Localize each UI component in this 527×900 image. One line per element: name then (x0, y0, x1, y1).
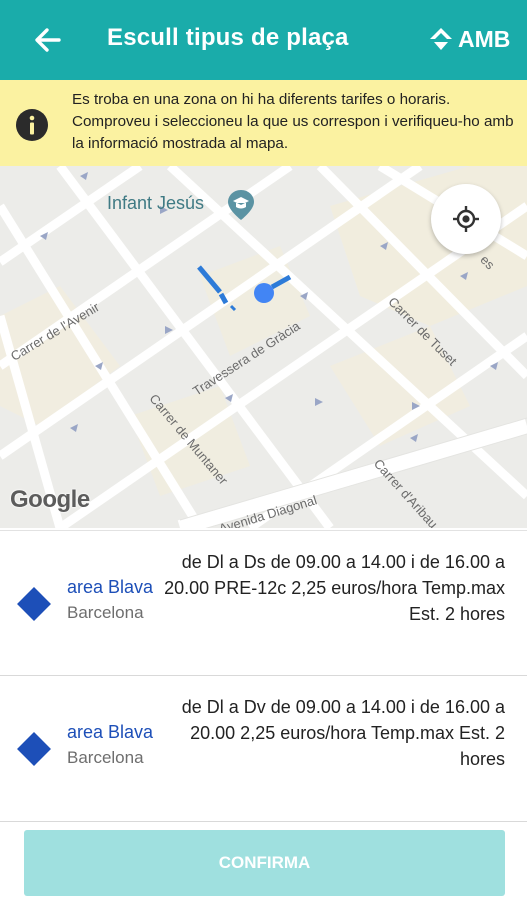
zone-city: Barcelona (67, 603, 144, 622)
info-banner: Es troba en una zona on hi ha diferents … (0, 80, 527, 166)
app-header: Escull tipus de plaça AMB (0, 0, 527, 80)
confirm-button[interactable]: CONFIRMA (24, 830, 505, 896)
parking-option-card[interactable]: area Blava Barcelona de Dl a Ds de 09.00… (0, 530, 527, 676)
zone-schedule: de Dl a Ds de 09.00 a 14.00 i de 16.00 a… (164, 552, 505, 624)
page-title: Escull tipus de plaça (107, 24, 349, 51)
footer: CONFIRMA (0, 822, 527, 900)
poi-label[interactable]: Infant Jesús (107, 193, 204, 214)
parking-option-card[interactable]: area Blava Barcelona de Dl a Dv de 09.00… (0, 676, 527, 822)
zone-diamond-icon (17, 587, 51, 621)
amb-brand-text: AMB (458, 25, 511, 52)
my-location-button[interactable] (431, 184, 501, 254)
arrow-left-icon (35, 28, 61, 52)
amb-logo: AMB (428, 24, 510, 54)
zone-city: Barcelona (67, 748, 144, 767)
info-icon (16, 109, 48, 141)
zone-name: area Blava (67, 577, 154, 597)
back-button[interactable] (30, 22, 66, 58)
my-location-icon (453, 206, 479, 232)
info-banner-text: Es troba en una zona on hi ha diferents … (72, 91, 514, 152)
amb-logo-icon (430, 28, 452, 50)
google-attribution: Google (10, 486, 90, 513)
zone-name: area Blava (67, 722, 154, 742)
school-icon[interactable] (226, 188, 256, 222)
zone-diamond-icon (17, 732, 51, 766)
zone-schedule: de Dl a Dv de 09.00 a 14.00 i de 16.00 a… (181, 697, 505, 769)
